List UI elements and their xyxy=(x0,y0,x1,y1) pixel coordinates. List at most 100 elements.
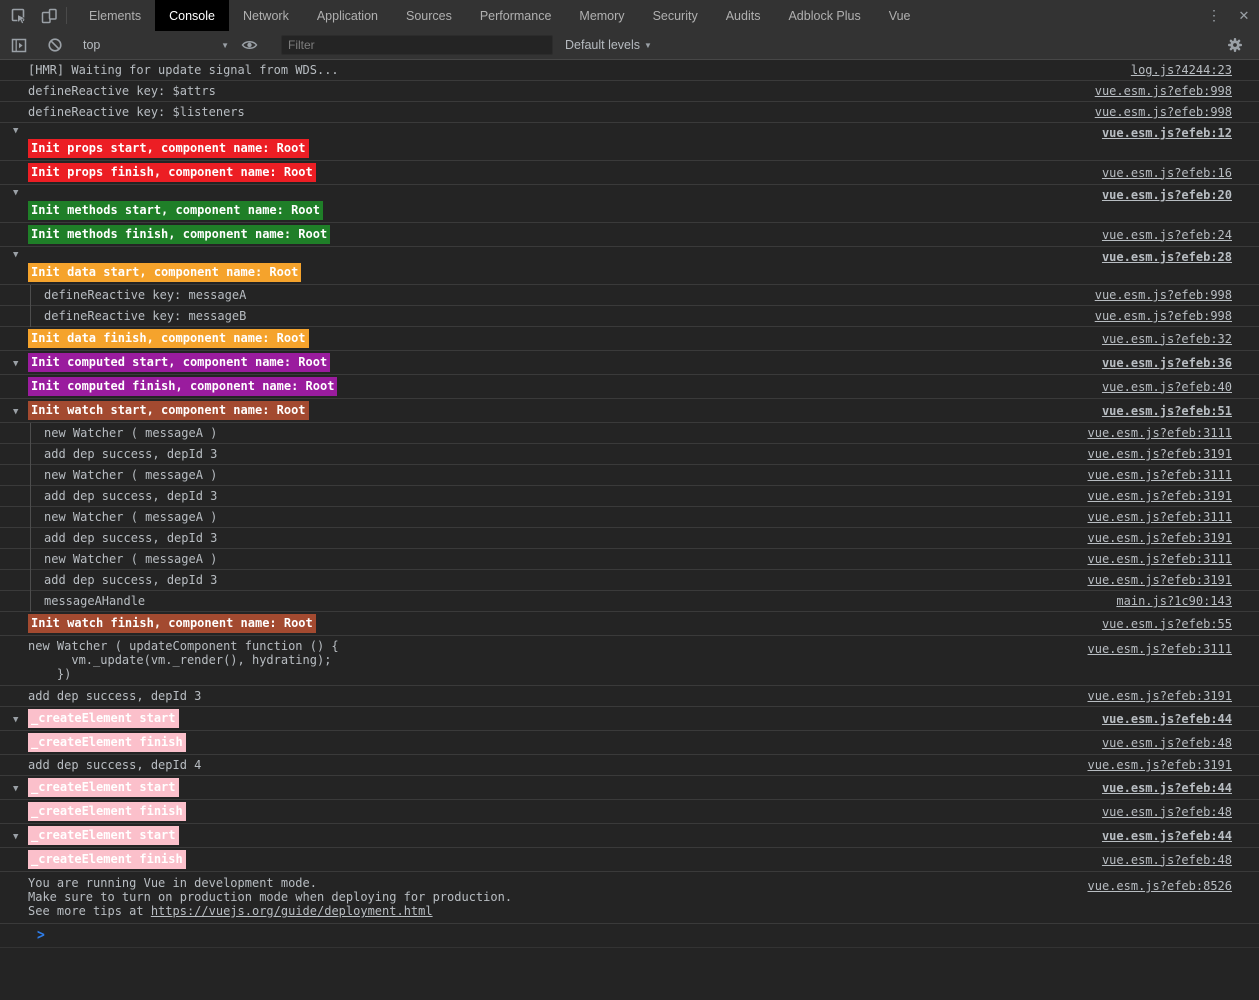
console-message-text: new Watcher ( messageA ) xyxy=(44,552,218,566)
source-location-link[interactable]: vue.esm.js?efeb:3191 xyxy=(1078,758,1259,772)
settings-gear-icon[interactable] xyxy=(1220,37,1250,53)
context-selector-dropdown[interactable]: top ▼ xyxy=(83,38,229,52)
source-location-link[interactable]: vue.esm.js?efeb:16 xyxy=(1092,166,1259,180)
console-row-content: You are running Vue in development mode.… xyxy=(0,876,1078,918)
console-styled-badge: _createElement finish xyxy=(28,850,186,869)
console-styled-badge: Init data start, component name: Root xyxy=(28,263,302,282)
console-styled-badge: Init data finish, component name: Root xyxy=(28,329,309,348)
disclosure-triangle-icon[interactable]: ▼ xyxy=(13,251,18,260)
console-row: ▼ _createElement start vue.esm.js?efeb:44 xyxy=(0,776,1259,800)
inspect-element-icon[interactable] xyxy=(4,0,34,31)
console-messages: [HMR] Waiting for update signal from WDS… xyxy=(0,60,1259,948)
source-location-link[interactable]: vue.esm.js?efeb:998 xyxy=(1085,309,1259,323)
tab-sources[interactable]: Sources xyxy=(392,0,466,31)
source-location-link[interactable]: vue.esm.js?efeb:3191 xyxy=(1078,489,1259,503)
source-location-link[interactable]: vue.esm.js?efeb:3191 xyxy=(1078,689,1259,703)
console-row: ▼ Init props start, component name: Root v… xyxy=(0,123,1259,161)
console-styled-badge: Init methods finish, component name: Roo… xyxy=(28,225,331,244)
console-prompt: > xyxy=(0,924,1259,948)
console-row: ▼ Init data start, component name: Root vu… xyxy=(0,247,1259,285)
source-location-link[interactable]: vue.esm.js?efeb:55 xyxy=(1092,617,1259,631)
tab-elements[interactable]: Elements xyxy=(75,0,155,31)
device-toolbar-icon[interactable] xyxy=(34,0,64,31)
clear-console-icon[interactable] xyxy=(40,37,70,53)
tab-performance[interactable]: Performance xyxy=(466,0,566,31)
source-location-link[interactable]: vue.esm.js?efeb:3111 xyxy=(1078,510,1259,524)
disclosure-triangle-icon[interactable]: ▼ xyxy=(13,189,18,198)
tab-console[interactable]: Console xyxy=(155,0,229,31)
source-location-link[interactable]: vue.esm.js?efeb:28 xyxy=(1092,249,1259,265)
source-location-link[interactable]: log.js?4244:23 xyxy=(1121,63,1259,77)
disclosure-triangle-icon[interactable]: ▼ xyxy=(13,127,18,136)
console-sidebar-toggle-icon[interactable] xyxy=(4,38,34,53)
tab-application[interactable]: Application xyxy=(303,0,392,31)
source-location-link[interactable]: vue.esm.js?efeb:3191 xyxy=(1078,531,1259,545)
more-options-icon[interactable]: ⋮ xyxy=(1199,0,1229,31)
deployment-guide-link[interactable]: https://vuejs.org/guide/deployment.html xyxy=(151,904,433,918)
console-row: add dep success, depId 3 vue.esm.js?efeb:… xyxy=(0,444,1259,465)
console-row-content: defineReactive key: messageA xyxy=(0,285,1085,305)
panel-tabs: Elements Console Network Application Sources… xyxy=(75,0,925,31)
disclosure-triangle-icon[interactable]: ▼ xyxy=(13,785,18,794)
source-location-link[interactable]: vue.esm.js?efeb:998 xyxy=(1085,288,1259,302)
console-row: _createElement finish vue.esm.js?efeb:48 xyxy=(0,848,1259,872)
source-location-link[interactable]: vue.esm.js?efeb:40 xyxy=(1092,380,1259,394)
source-location-link[interactable]: vue.esm.js?efeb:24 xyxy=(1092,228,1259,242)
tab-vue[interactable]: Vue xyxy=(875,0,925,31)
source-location-link[interactable]: vue.esm.js?efeb:3111 xyxy=(1078,552,1259,566)
source-location-link[interactable]: vue.esm.js?efeb:20 xyxy=(1092,187,1259,203)
source-location-link[interactable]: vue.esm.js?efeb:998 xyxy=(1085,84,1259,98)
disclosure-triangle-icon[interactable]: ▼ xyxy=(13,833,18,842)
prompt-chevron-icon: > xyxy=(37,926,45,945)
console-row-content: Init watch finish, component name: Root xyxy=(0,614,1092,633)
disclosure-triangle-icon[interactable]: ▼ xyxy=(13,716,18,725)
source-location-link[interactable]: vue.esm.js?efeb:48 xyxy=(1092,853,1259,867)
chevron-down-icon: ▼ xyxy=(644,40,652,50)
disclosure-triangle-icon[interactable]: ▼ xyxy=(13,360,18,369)
source-location-link[interactable]: vue.esm.js?efeb:12 xyxy=(1092,125,1259,141)
source-location-link[interactable]: vue.esm.js?efeb:8526 xyxy=(1078,878,1259,894)
console-row-content: add dep success, depId 4 xyxy=(0,755,1078,775)
console-message-text: defineReactive key: messageB xyxy=(44,309,247,323)
source-location-link[interactable]: main.js?1c90:143 xyxy=(1106,594,1259,608)
tab-memory[interactable]: Memory xyxy=(565,0,638,31)
source-location-link[interactable]: vue.esm.js?efeb:3191 xyxy=(1078,573,1259,587)
source-location-link[interactable]: vue.esm.js?efeb:32 xyxy=(1092,332,1259,346)
source-location-link[interactable]: vue.esm.js?efeb:44 xyxy=(1092,712,1259,726)
tab-network[interactable]: Network xyxy=(229,0,303,31)
close-devtools-icon[interactable]: ✕ xyxy=(1229,0,1259,31)
console-row-content: add dep success, depId 3 xyxy=(0,486,1078,506)
console-row-content: ▼ Init data start, component name: Root xyxy=(0,247,1092,282)
source-location-link[interactable]: vue.esm.js?efeb:44 xyxy=(1092,781,1259,795)
source-location-link[interactable]: vue.esm.js?efeb:36 xyxy=(1092,356,1259,370)
devtools-window: Elements Console Network Application Sources… xyxy=(0,0,1259,948)
source-location-link[interactable]: vue.esm.js?efeb:48 xyxy=(1092,736,1259,750)
console-input-line[interactable] xyxy=(45,928,1259,944)
console-row: _createElement finish vue.esm.js?efeb:48 xyxy=(0,800,1259,824)
source-location-link[interactable]: vue.esm.js?efeb:3111 xyxy=(1078,426,1259,440)
console-row-content: ▼ Init watch start, component name: Root xyxy=(0,401,1092,420)
console-row-content: > xyxy=(0,928,1259,944)
console-row-content: new Watcher ( messageA ) xyxy=(0,549,1078,569)
source-location-link[interactable]: vue.esm.js?efeb:48 xyxy=(1092,805,1259,819)
filter-input[interactable] xyxy=(281,35,553,55)
source-location-link[interactable]: vue.esm.js?efeb:44 xyxy=(1092,829,1259,843)
tab-security[interactable]: Security xyxy=(639,0,712,31)
log-levels-label: Default levels xyxy=(565,38,641,52)
source-location-link[interactable]: vue.esm.js?efeb:3111 xyxy=(1078,468,1259,482)
tab-adblock-plus[interactable]: Adblock Plus xyxy=(774,0,874,31)
tab-audits[interactable]: Audits xyxy=(712,0,775,31)
source-location-link[interactable]: vue.esm.js?efeb:3191 xyxy=(1078,447,1259,461)
console-message-text: new Watcher ( messageA ) xyxy=(44,426,218,440)
log-levels-dropdown[interactable]: Default levels ▼ xyxy=(565,38,652,52)
console-message-text: defineReactive key: $attrs xyxy=(28,84,216,98)
console-message-text: add dep success, depId 3 xyxy=(44,573,218,587)
console-row-content: new Watcher ( messageA ) xyxy=(0,423,1078,443)
live-expression-eye-icon[interactable] xyxy=(234,37,264,53)
disclosure-triangle-icon[interactable]: ▼ xyxy=(13,408,18,417)
console-row-content: ▼ _createElement start xyxy=(0,778,1092,797)
console-styled-badge: Init props finish, component name: Root xyxy=(28,163,316,182)
source-location-link[interactable]: vue.esm.js?efeb:51 xyxy=(1092,404,1259,418)
source-location-link[interactable]: vue.esm.js?efeb:998 xyxy=(1085,105,1259,119)
source-location-link[interactable]: vue.esm.js?efeb:3111 xyxy=(1078,641,1259,657)
